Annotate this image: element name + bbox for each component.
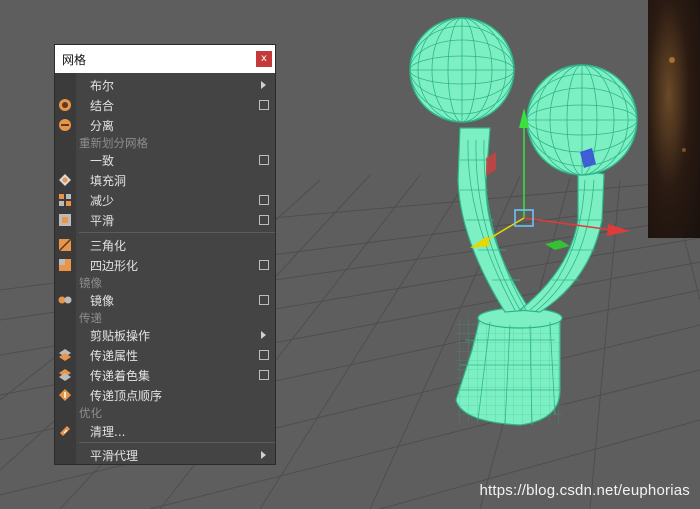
menu-item-triangulate[interactable]: 三角化 (55, 235, 275, 255)
option-box[interactable] (259, 100, 269, 110)
menu-item-label: 减少 (90, 194, 115, 208)
smooth-icon (59, 214, 71, 226)
menu-item-label: 传递属性 (90, 349, 139, 363)
transfer-vertex-order-icon (59, 389, 71, 401)
menu-item-smooth[interactable]: 平滑 (55, 210, 275, 230)
menu-item-label: 传递着色集 (90, 369, 151, 383)
menu-item-boolean[interactable]: 布尔 (55, 75, 275, 95)
transfer-shading-sets-icon (59, 369, 71, 381)
menu-item-mirror[interactable]: 镜像 (55, 290, 275, 310)
section-header-remesh: 重新划分网格 (79, 135, 275, 151)
combine-icon (59, 99, 71, 111)
menu-item-cleanup[interactable]: 清理... (55, 421, 275, 441)
menu-item-transfer-attributes[interactable]: 传递属性 (55, 345, 275, 365)
menu-item-label: 平滑代理 (90, 449, 139, 463)
mirror-icon (58, 296, 72, 304)
quadrangulate-icon (59, 259, 71, 271)
reduce-icon (59, 194, 71, 206)
menu-item-label: 三角化 (90, 239, 127, 253)
menu-item-combine[interactable]: 结合 (55, 95, 275, 115)
menu-item-label: 剪贴板操作 (90, 329, 151, 343)
menu-item-label: 填充洞 (90, 174, 127, 188)
menu-item-smooth-proxy[interactable]: 平滑代理 (55, 445, 275, 465)
menu-item-fill-hole[interactable]: 填充洞 (55, 170, 275, 190)
submenu-arrow-icon (261, 81, 266, 89)
option-box[interactable] (259, 195, 269, 205)
menu-item-clipboard[interactable]: 剪贴板操作 (55, 325, 275, 345)
menu-item-quadrangulate[interactable]: 四边形化 (55, 255, 275, 275)
option-box[interactable] (259, 370, 269, 380)
section-header-optimize: 优化 (79, 405, 275, 421)
texture-plane (648, 0, 700, 238)
separate-icon (59, 119, 71, 131)
menu-item-label: 传递顶点顺序 (90, 389, 163, 403)
triangulate-icon (58, 238, 72, 252)
menu-item-label: 一致 (90, 154, 115, 168)
option-box[interactable] (259, 350, 269, 360)
cleanup-icon (60, 426, 70, 436)
menu-item-label: 清理... (90, 425, 126, 439)
close-button[interactable]: x (256, 51, 272, 67)
transfer-attributes-icon (59, 349, 71, 361)
menu-item-transfer-vertex-order[interactable]: 传递顶点顺序 (55, 385, 275, 405)
mesh-menu-panel[interactable]: 网格 x 布尔 结合 分离 重新划分网格 一致 填充洞 减少 平滑 三角化 四边… (54, 44, 276, 465)
submenu-arrow-icon (261, 331, 266, 339)
menu-item-label: 分离 (90, 119, 115, 133)
section-header-mirror: 镜像 (79, 275, 275, 291)
option-box[interactable] (259, 260, 269, 270)
section-header-transfer: 传递 (79, 310, 275, 326)
menu-item-label: 布尔 (90, 79, 115, 93)
divider (79, 232, 275, 233)
menu-item-conform[interactable]: 一致 (55, 150, 275, 170)
menu-item-label: 镜像 (90, 294, 115, 308)
option-box[interactable] (259, 155, 269, 165)
menu-item-label: 四边形化 (90, 259, 139, 273)
menu-item-label: 结合 (90, 99, 115, 113)
menu-item-transfer-shading-sets[interactable]: 传递着色集 (55, 365, 275, 385)
watermark-text: https://blog.csdn.net/euphorias (479, 482, 690, 499)
option-box[interactable] (259, 295, 269, 305)
menu-item-separate[interactable]: 分离 (55, 115, 275, 135)
menu-item-reduce[interactable]: 减少 (55, 190, 275, 210)
divider (79, 442, 275, 443)
option-box[interactable] (259, 215, 269, 225)
menu-title: 网格 (55, 45, 275, 73)
submenu-arrow-icon (261, 451, 266, 459)
fill-hole-icon (59, 174, 71, 186)
menu-item-label: 平滑 (90, 214, 115, 228)
